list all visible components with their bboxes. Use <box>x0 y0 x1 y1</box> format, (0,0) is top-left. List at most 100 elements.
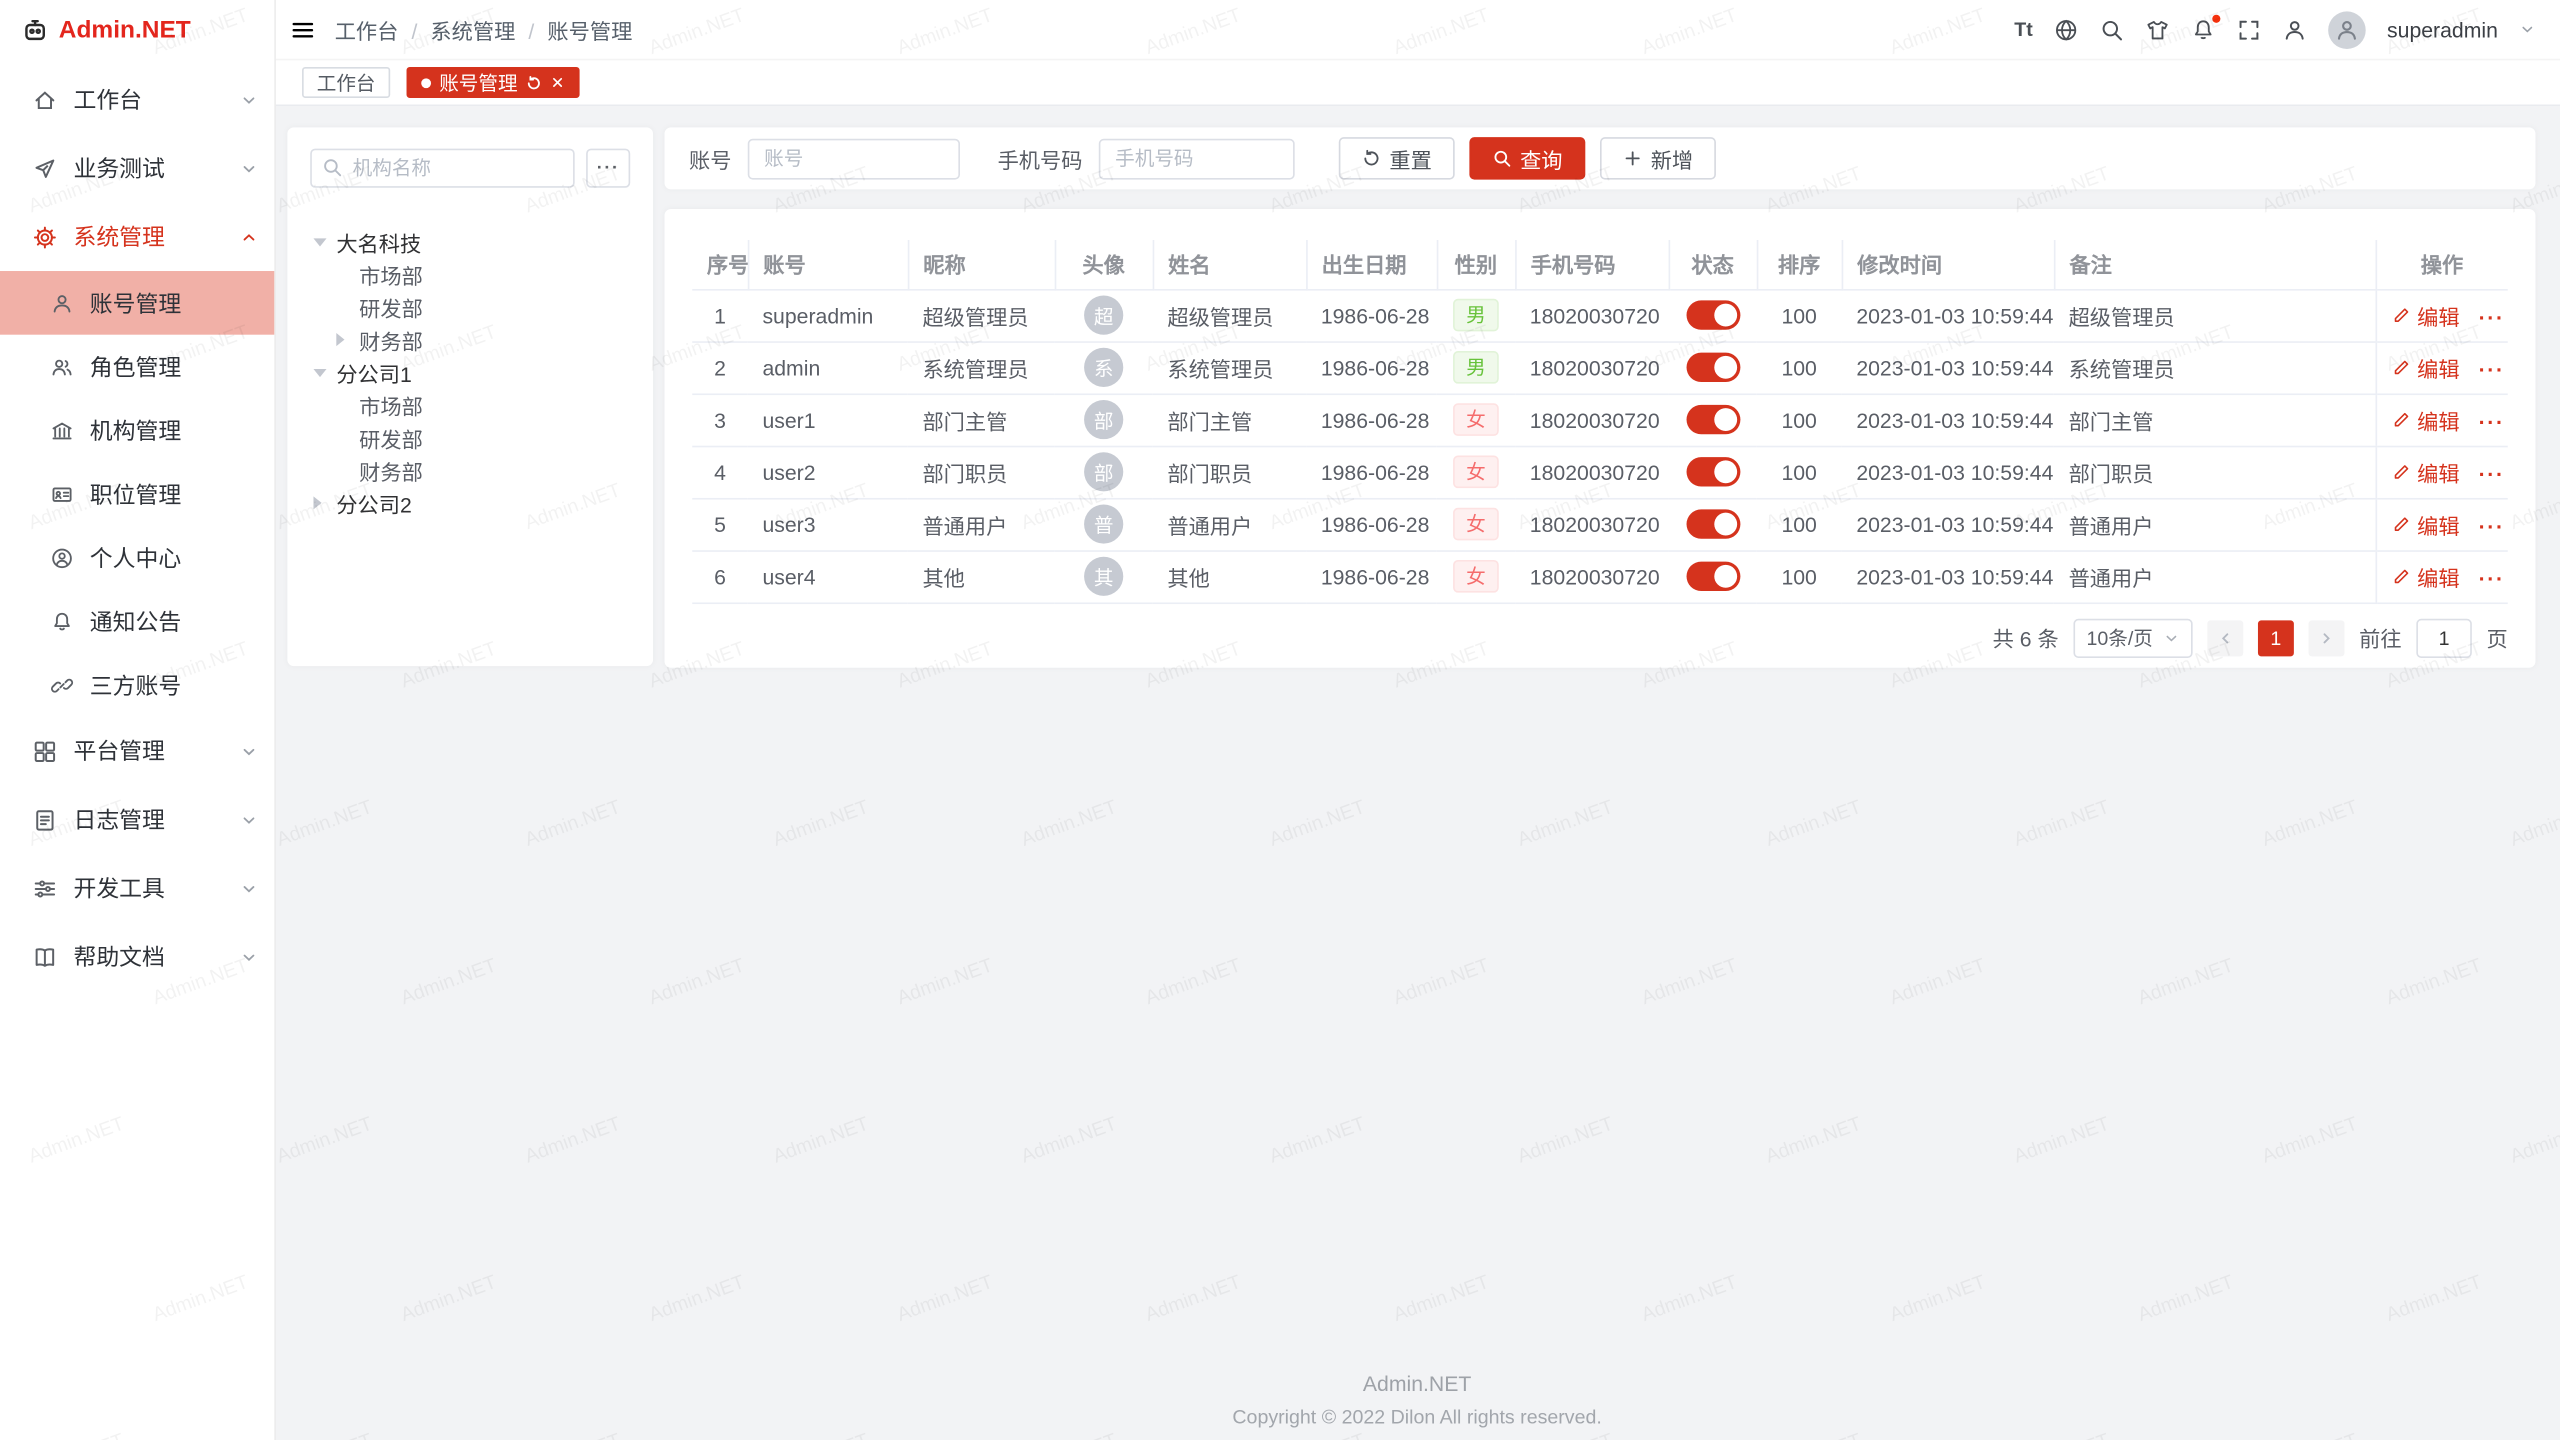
tree-node[interactable]: 研发部 <box>310 421 630 454</box>
avatar: 普 <box>1084 504 1123 543</box>
page-unit-label: 页 <box>2487 622 2508 653</box>
menu-collapse-icon[interactable] <box>291 17 315 41</box>
cell-status <box>1669 289 1757 341</box>
avatar: 超 <box>1084 296 1123 335</box>
tree-node[interactable]: 研发部 <box>310 291 630 324</box>
sidebar-item-label: 职位管理 <box>90 478 181 511</box>
sidebar-item-workbench[interactable]: 工作台 <box>0 65 274 134</box>
chevron-down-icon <box>2519 21 2535 37</box>
edit-button[interactable]: 编辑 <box>2391 300 2460 331</box>
sidebar-item-third-party-account[interactable]: 三方账号 <box>0 653 274 717</box>
gender-badge: 男 <box>1453 298 1499 331</box>
breadcrumb-item[interactable]: 工作台 <box>335 14 431 45</box>
edit-button[interactable]: 编辑 <box>2391 561 2460 592</box>
tab-workbench[interactable]: 工作台 <box>302 67 390 98</box>
tree-node-label: 研发部 <box>359 422 423 453</box>
status-toggle[interactable] <box>1686 405 1740 434</box>
status-toggle[interactable] <box>1686 562 1740 591</box>
watermark-text: Admin.NET <box>2383 953 2485 1009</box>
cell-remark: 部门职员 <box>2054 446 2376 498</box>
add-button[interactable]: 新增 <box>1600 137 1716 179</box>
edit-button[interactable]: 编辑 <box>2391 456 2460 487</box>
sidebar-item-log-management[interactable]: 日志管理 <box>0 785 274 854</box>
sidebar-item-help-docs[interactable]: 帮助文档 <box>0 922 274 991</box>
user-avatar[interactable] <box>2328 11 2366 49</box>
watermark-text: Admin.NET <box>1018 1428 1120 1440</box>
status-toggle[interactable] <box>1686 509 1740 538</box>
status-toggle[interactable] <box>1686 353 1740 382</box>
sidebar-item-platform-management[interactable]: 平台管理 <box>0 717 274 786</box>
status-toggle[interactable] <box>1686 300 1740 329</box>
watermark-text: Admin.NET <box>2507 1428 2560 1440</box>
tree-node[interactable]: 财务部 <box>310 454 630 487</box>
goto-page-input[interactable] <box>2416 618 2472 657</box>
more-actions-icon[interactable] <box>2479 358 2505 382</box>
page-number-button[interactable]: 1 <box>2258 620 2294 656</box>
tree-node[interactable]: 分公司2 <box>310 487 630 520</box>
tree-node[interactable]: 大名科技 <box>310 225 630 258</box>
sidebar-item-position-management[interactable]: 职位管理 <box>0 462 274 526</box>
tree-node[interactable]: 市场部 <box>310 389 630 422</box>
username[interactable]: superadmin <box>2387 17 2498 41</box>
status-toggle[interactable] <box>1686 457 1740 486</box>
watermark-text: Admin.NET <box>1142 953 1244 1009</box>
watermark-text: Admin.NET <box>1638 1270 1740 1326</box>
watermark-text: Admin.NET <box>273 1428 375 1440</box>
tab-account-management[interactable]: 账号管理 <box>407 67 580 98</box>
edit-button[interactable]: 编辑 <box>2391 509 2460 540</box>
prev-page-button[interactable] <box>2207 620 2243 656</box>
org-more-actions-button[interactable] <box>586 149 630 188</box>
close-icon[interactable] <box>550 75 565 90</box>
reset-button[interactable]: 重置 <box>1339 137 1455 179</box>
watermark-text: Admin.NET <box>2507 1112 2560 1168</box>
app-logo[interactable]: Admin.NET <box>0 0 274 60</box>
more-actions-icon[interactable] <box>2479 567 2505 591</box>
sidebar-item-system-management[interactable]: 系统管理 <box>0 202 274 271</box>
sidebar-item-dev-tools[interactable]: 开发工具 <box>0 854 274 923</box>
more-actions-icon[interactable] <box>2479 462 2505 486</box>
more-actions-icon[interactable] <box>2479 305 2505 329</box>
fullscreen-icon[interactable] <box>2237 17 2261 41</box>
more-actions-icon[interactable] <box>2479 514 2505 538</box>
sidebar-item-account-management[interactable]: 账号管理 <box>0 271 274 335</box>
column-header-avatar: 头像 <box>1055 240 1153 289</box>
theme-icon[interactable] <box>2145 17 2169 41</box>
watermark-text: Admin.NET <box>2011 1112 2113 1168</box>
watermark-text: Admin.NET <box>1514 1428 1616 1440</box>
notification-bell-icon[interactable] <box>2191 17 2215 41</box>
notification-badge <box>2212 14 2220 22</box>
sidebar-item-org-management[interactable]: 机构管理 <box>0 398 274 462</box>
font-size-icon[interactable]: Tt <box>2014 18 2032 41</box>
edit-button[interactable]: 编辑 <box>2391 404 2460 435</box>
tree-node[interactable]: 财务部 <box>310 323 630 356</box>
sidebar-item-personal-center[interactable]: 个人中心 <box>0 526 274 590</box>
cell-nickname: 其他 <box>908 550 1055 602</box>
tree-node[interactable]: 分公司1 <box>310 356 630 389</box>
globe-icon[interactable] <box>2054 17 2078 41</box>
footer-title: Admin.NET <box>274 1371 2560 1395</box>
search-icon <box>322 157 343 178</box>
next-page-button[interactable] <box>2309 620 2345 656</box>
tree-node[interactable]: 市场部 <box>310 258 630 291</box>
watermark-text: Admin.NET <box>2259 1112 2361 1168</box>
goto-label: 前往 <box>2359 622 2401 653</box>
phone-input[interactable] <box>1099 138 1295 179</box>
sidebar-item-label: 工作台 <box>73 83 223 116</box>
search-button[interactable]: 查询 <box>1469 137 1585 179</box>
edit-button[interactable]: 编辑 <box>2391 352 2460 383</box>
cell-seq: 3 <box>692 393 748 445</box>
user-icon[interactable] <box>2283 17 2307 41</box>
sidebar-item-notice[interactable]: 通知公告 <box>0 589 274 653</box>
watermark-text: Admin.NET <box>1886 1270 1988 1326</box>
breadcrumb-item[interactable]: 系统管理 <box>430 14 547 45</box>
org-name-search-input[interactable] <box>310 149 574 188</box>
search-icon[interactable] <box>2100 17 2124 41</box>
sidebar-item-business-test[interactable]: 业务测试 <box>0 134 274 203</box>
watermark-text: Admin.NET <box>1638 953 1740 1009</box>
sidebar-item-role-management[interactable]: 角色管理 <box>0 335 274 399</box>
more-actions-icon[interactable] <box>2479 410 2505 434</box>
refresh-icon[interactable] <box>526 74 542 90</box>
account-label: 账号 <box>689 143 731 174</box>
account-input[interactable] <box>748 138 960 179</box>
page-size-select[interactable]: 10条/页 <box>2073 618 2192 657</box>
